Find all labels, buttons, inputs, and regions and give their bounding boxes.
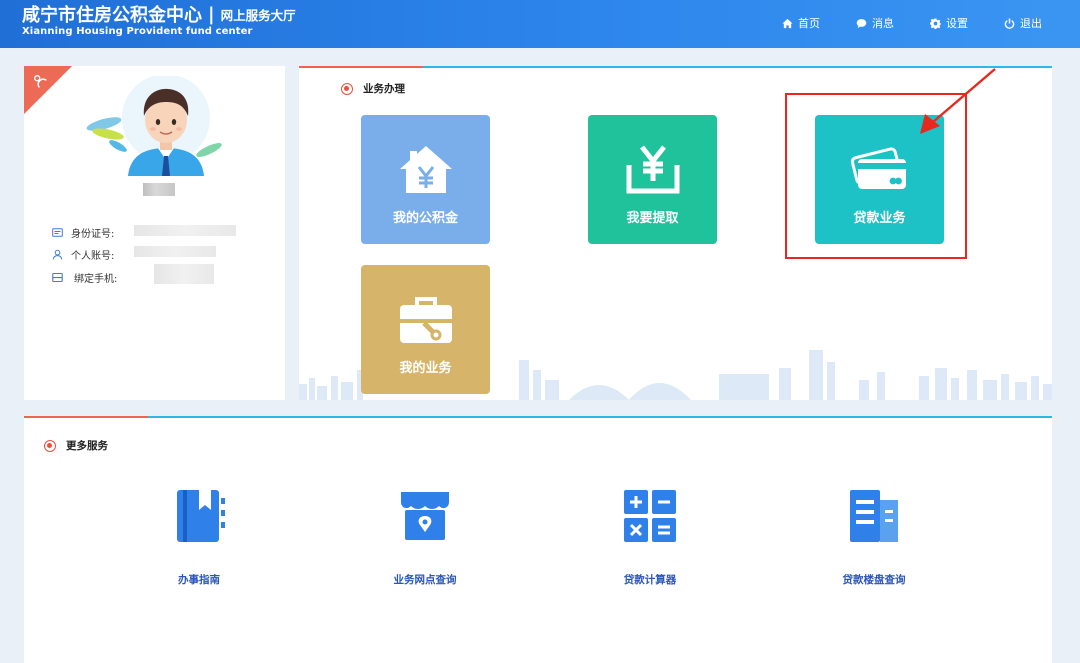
nav-logout-label: 退出: [1020, 17, 1042, 30]
service-buildings-label: 贷款楼盘查询: [842, 574, 906, 586]
id-number-masked: [134, 225, 236, 236]
power-icon: [1004, 17, 1015, 29]
message-icon: [856, 18, 867, 28]
user-name-masked: [143, 183, 175, 196]
id-number-label: 身份证号:: [71, 229, 115, 240]
service-guide[interactable]: 办事指南: [139, 488, 259, 587]
tile-my-business[interactable]: 我的业务: [361, 265, 490, 394]
service-buildings[interactable]: 贷款楼盘查询: [814, 488, 934, 587]
site-title: 咸宁市住房公积金中心: [22, 5, 202, 26]
title-separator: |: [208, 3, 215, 25]
tile-my-business-label: 我的业务: [399, 361, 452, 376]
account-label: 个人账号:: [71, 251, 115, 262]
home-icon: [782, 18, 793, 28]
tile-withdraw-label: 我要提取: [626, 211, 679, 226]
person-icon: [52, 249, 63, 260]
phone-masked: [154, 264, 214, 284]
more-section-title: 更多服务: [44, 438, 108, 453]
account-row: 个人账号:: [52, 247, 114, 262]
section-marker-icon: [341, 82, 353, 95]
site-title-en: Xianning Housing Provident fund center: [22, 26, 253, 37]
withdraw-yen-icon: [626, 145, 679, 194]
tile-my-fund[interactable]: 我的公积金: [361, 115, 490, 244]
person-tag-icon: [34, 75, 47, 88]
top-header: 咸宁市住房公积金中心 | 网上服务大厅 Xianning Housing Pro…: [0, 0, 1080, 48]
phone-row: 绑定手机:: [52, 270, 117, 285]
service-guide-label: 办事指南: [178, 574, 220, 586]
nav-messages[interactable]: 消息: [856, 15, 894, 31]
more-top-line: [24, 416, 1052, 418]
nav-settings[interactable]: 设置: [930, 15, 968, 31]
building-icon: [850, 490, 898, 542]
service-outlets-label: 业务网点查询: [393, 574, 457, 586]
section-marker-icon: [44, 439, 56, 452]
calculator-icon: [624, 490, 676, 542]
house-yen-icon: [399, 146, 452, 193]
tile-withdraw[interactable]: 我要提取: [588, 115, 717, 244]
avatar: [86, 76, 222, 176]
more-services-panel: 更多服务 办事指南 业务网点查询 贷款计算器 贷款楼盘查询: [24, 416, 1052, 663]
nav-home-label: 首页: [798, 17, 820, 30]
account-masked: [134, 246, 216, 257]
tile-my-fund-label: 我的公积金: [392, 211, 458, 226]
nav-home[interactable]: 首页: [782, 15, 820, 31]
gear-icon: [930, 17, 941, 29]
phone-icon: [52, 272, 63, 283]
id-card-icon: [52, 228, 63, 237]
business-title-text: 业务办理: [363, 83, 405, 95]
nav-settings-label: 设置: [946, 17, 968, 30]
phone-label: 绑定手机:: [74, 274, 118, 285]
profile-corner-tag[interactable]: [24, 66, 72, 114]
service-calculator-label: 贷款计算器: [623, 574, 677, 586]
service-calculator[interactable]: 贷款计算器: [590, 488, 710, 587]
nav-logout[interactable]: 退出: [1004, 15, 1042, 31]
nav-messages-label: 消息: [872, 17, 894, 30]
annotation-arrow-icon: [920, 68, 996, 134]
store-icon: [401, 492, 449, 540]
toolbox-icon: [399, 297, 452, 343]
brand: 咸宁市住房公积金中心 | 网上服务大厅 Xianning Housing Pro…: [22, 3, 296, 38]
business-panel: 业务办理 我的公积金 我要提取 贷款业务 我的业务: [299, 66, 1052, 400]
more-title-text: 更多服务: [66, 440, 108, 452]
guide-book-icon: [177, 490, 225, 542]
service-outlets[interactable]: 业务网点查询: [365, 488, 485, 587]
id-number-row: 身份证号:: [52, 225, 114, 240]
site-subtitle: 网上服务大厅: [220, 7, 296, 23]
top-nav: 首页 消息 设置 退出: [782, 15, 1042, 31]
business-section-title: 业务办理: [341, 81, 405, 96]
profile-card: 身份证号: 个人账号: 绑定手机:: [24, 66, 285, 400]
